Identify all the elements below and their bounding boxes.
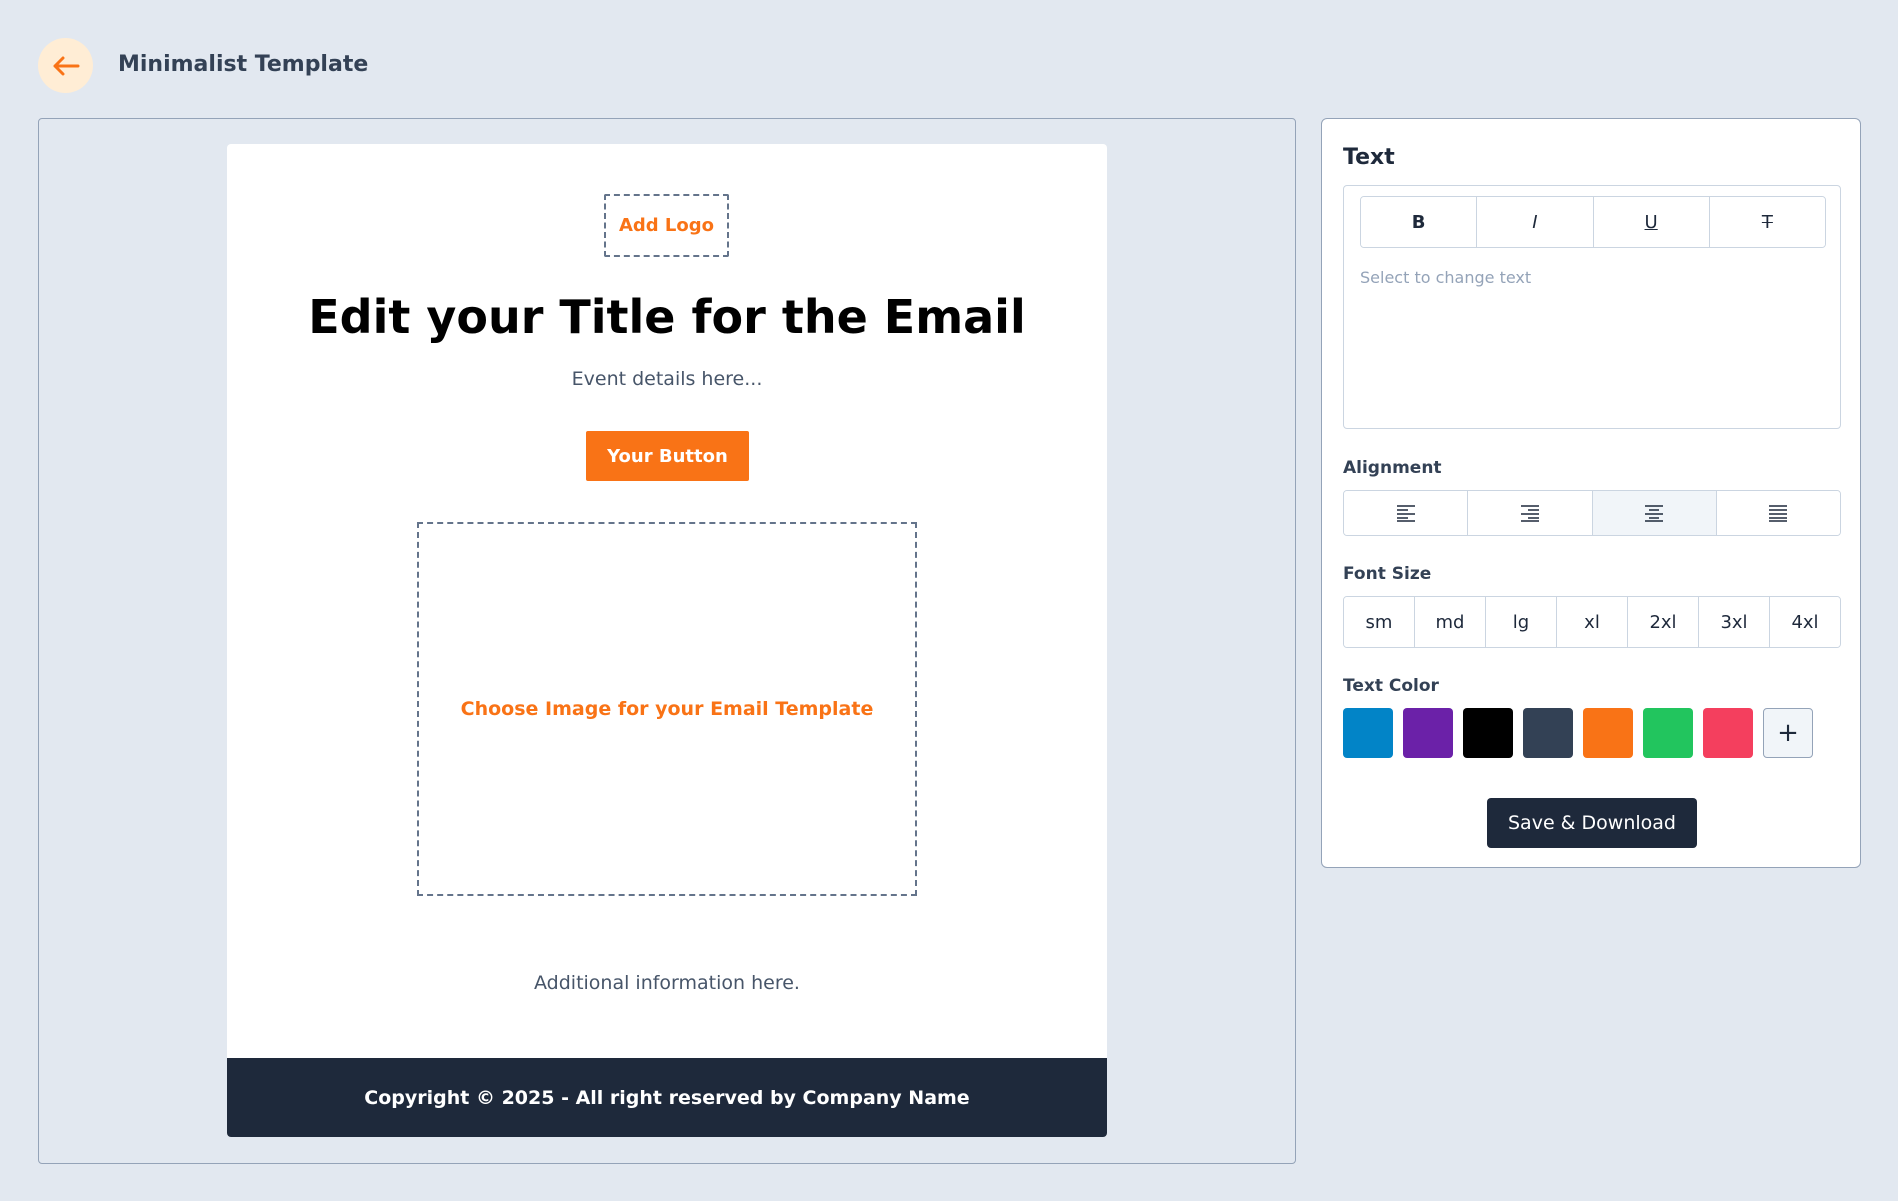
align-justify-icon: [1769, 505, 1788, 522]
color-swatch-blue[interactable]: [1343, 708, 1393, 758]
email-preview: Add Logo Edit your Title for the Email E…: [227, 144, 1107, 1137]
font-size-3xl-button[interactable]: 3xl: [1699, 597, 1770, 647]
align-left-button[interactable]: [1344, 491, 1469, 535]
additional-info-text[interactable]: Additional information here.: [227, 972, 1107, 994]
color-swatch-purple[interactable]: [1403, 708, 1453, 758]
font-size-xl-button[interactable]: xl: [1557, 597, 1628, 647]
format-toolbar: B I U T: [1360, 196, 1826, 248]
email-cta-button[interactable]: Your Button: [586, 431, 749, 481]
save-download-button[interactable]: Save & Download: [1487, 798, 1697, 848]
color-swatches: +: [1343, 708, 1813, 758]
color-swatch-black[interactable]: [1463, 708, 1513, 758]
italic-button[interactable]: I: [1477, 197, 1594, 247]
back-button[interactable]: [38, 38, 93, 93]
color-swatch-slate[interactable]: [1523, 708, 1573, 758]
align-right-button[interactable]: [1468, 491, 1593, 535]
text-settings-panel: Text B I U T Alignment: [1321, 118, 1861, 868]
alignment-label: Alignment: [1343, 458, 1442, 478]
arrow-left-icon: [53, 56, 79, 75]
font-size-md-button[interactable]: md: [1415, 597, 1486, 647]
email-title[interactable]: Edit your Title for the Email: [227, 290, 1107, 344]
color-swatch-green[interactable]: [1643, 708, 1693, 758]
align-left-icon: [1396, 505, 1415, 522]
font-size-2xl-button[interactable]: 2xl: [1628, 597, 1699, 647]
bold-button[interactable]: B: [1361, 197, 1478, 247]
align-justify-button[interactable]: [1716, 491, 1840, 535]
alignment-group: [1343, 490, 1841, 536]
text-editor: B I U T: [1343, 185, 1841, 429]
canvas-panel: Add Logo Edit your Title for the Email E…: [38, 118, 1296, 1164]
font-size-lg-button[interactable]: lg: [1486, 597, 1557, 647]
align-center-icon: [1645, 505, 1664, 522]
font-size-label: Font Size: [1343, 564, 1432, 584]
font-size-group: sm md lg xl 2xl 3xl 4xl: [1343, 596, 1841, 648]
page-title: Minimalist Template: [118, 52, 369, 77]
align-right-icon: [1520, 505, 1539, 522]
email-footer[interactable]: Copyright © 2025 - All right reserved by…: [227, 1058, 1107, 1137]
text-color-label: Text Color: [1343, 676, 1439, 696]
panel-heading: Text: [1343, 145, 1395, 170]
underline-button[interactable]: U: [1593, 197, 1710, 247]
add-logo-box[interactable]: Add Logo: [604, 194, 729, 257]
choose-image-box[interactable]: Choose Image for your Email Template: [417, 522, 917, 896]
event-details-text[interactable]: Event details here...: [227, 368, 1107, 390]
color-swatch-rose[interactable]: [1703, 708, 1753, 758]
align-center-button[interactable]: [1592, 491, 1717, 535]
text-input[interactable]: [1360, 268, 1826, 418]
color-swatch-orange[interactable]: [1583, 708, 1633, 758]
add-color-button[interactable]: +: [1763, 708, 1813, 758]
font-size-4xl-button[interactable]: 4xl: [1770, 597, 1840, 647]
font-size-sm-button[interactable]: sm: [1344, 597, 1415, 647]
strikethrough-button[interactable]: T: [1709, 197, 1825, 247]
